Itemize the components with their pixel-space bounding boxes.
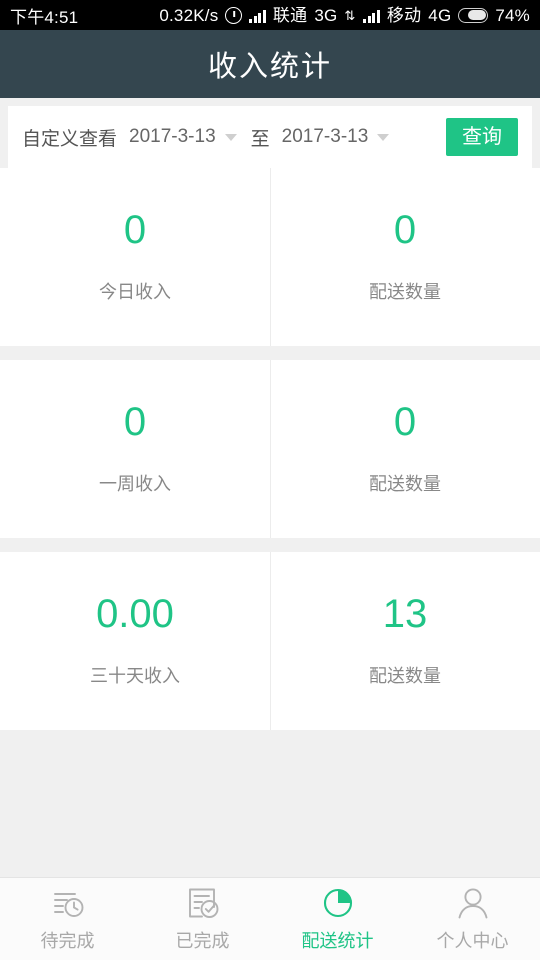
caret-down-icon-start <box>224 133 237 141</box>
status-bar: 下午4:51 0.32K/s 联通 3G ⇅ 移动 4G 74% <box>0 0 540 30</box>
stat-label: 三十天收入 <box>90 666 180 686</box>
title-bar: 收入统计 <box>0 30 540 98</box>
stat-value: 0 <box>123 208 147 252</box>
network-type-sim2: 4G <box>428 5 452 25</box>
stat-value: 0 <box>393 400 417 444</box>
content-spacer <box>0 744 540 877</box>
stat-value: 13 <box>382 592 428 636</box>
stat-label: 配送数量 <box>369 474 441 494</box>
stat-label: 今日收入 <box>99 282 171 302</box>
status-clock: 下午4:51 <box>10 7 79 27</box>
network-type-sim1: 3G <box>314 5 338 25</box>
signal-bars-icon-sim2 <box>363 8 380 23</box>
end-date-picker[interactable]: 2017-3-13 <box>282 126 390 148</box>
stat-cell-week-income: 0 一周收入 <box>0 360 270 538</box>
caret-down-icon-end <box>377 133 390 141</box>
stat-cell-today-income: 0 今日收入 <box>0 168 270 346</box>
stat-panel: 0 今日收入 0 配送数量 <box>0 168 540 346</box>
tab-profile[interactable]: 个人中心 <box>405 878 540 960</box>
stat-label: 配送数量 <box>369 666 441 686</box>
app-root: 下午4:51 0.32K/s 联通 3G ⇅ 移动 4G 74% 收入统计 自定… <box>0 0 540 960</box>
tab-completed[interactable]: 已完成 <box>135 878 270 960</box>
pie-chart-icon <box>323 888 352 918</box>
stat-panel: 0.00 三十天收入 13 配送数量 <box>0 552 540 730</box>
stat-value: 0.00 <box>96 592 174 636</box>
filter-label: 自定义查看 <box>22 128 118 150</box>
stat-panel: 0 一周收入 0 配送数量 <box>0 360 540 538</box>
tab-pending[interactable]: 待完成 <box>0 878 135 960</box>
stat-cell-month-income: 0.00 三十天收入 <box>0 552 270 730</box>
filter-bar: 自定义查看 2017-3-13 至 2017-3-13 查询 <box>8 106 532 168</box>
list-clock-icon <box>53 893 83 917</box>
carrier-sim2: 移动 <box>386 5 422 25</box>
tab-label: 配送统计 <box>301 931 374 951</box>
network-speed: 0.32K/s <box>159 5 219 25</box>
signal-bars-icon-sim1 <box>249 8 266 23</box>
tab-label: 已完成 <box>175 931 230 951</box>
tab-delivery-stats[interactable]: 配送统计 <box>270 878 405 960</box>
query-button[interactable]: 查询 <box>446 118 518 156</box>
person-icon <box>458 888 487 919</box>
stat-cell-today-delivery-count: 0 配送数量 <box>270 168 540 346</box>
stat-value: 0 <box>123 400 147 444</box>
tab-label: 个人中心 <box>436 931 509 951</box>
alarm-ring-icon <box>225 6 243 24</box>
page-title: 收入统计 <box>207 51 332 83</box>
tab-label: 待完成 <box>40 931 95 951</box>
status-right-group: 0.32K/s 联通 3G ⇅ 移动 4G 74% <box>159 5 530 25</box>
stats-panels: 0 今日收入 0 配送数量 0 一周收入 0 配送数量 0.00 三十天收入 1… <box>0 168 540 744</box>
battery-percent: 74% <box>495 5 530 25</box>
document-check-icon <box>188 888 218 918</box>
start-date-value: 2017-3-13 <box>129 126 216 147</box>
data-transfer-icon: ⇅ <box>344 7 355 23</box>
stat-value: 0 <box>393 208 417 252</box>
start-date-picker[interactable]: 2017-3-13 <box>129 126 237 148</box>
bottom-tab-bar: 待完成 已完成 配送统计 个人中心 <box>0 877 540 960</box>
end-date-value: 2017-3-13 <box>281 126 369 147</box>
stat-label: 一周收入 <box>99 474 171 494</box>
stat-cell-month-delivery-count: 13 配送数量 <box>270 552 540 730</box>
stat-label: 配送数量 <box>369 282 441 302</box>
battery-icon <box>458 7 489 23</box>
date-range-separator: 至 <box>250 128 270 150</box>
carrier-sim1: 联通 <box>272 5 308 25</box>
stat-cell-week-delivery-count: 0 配送数量 <box>270 360 540 538</box>
